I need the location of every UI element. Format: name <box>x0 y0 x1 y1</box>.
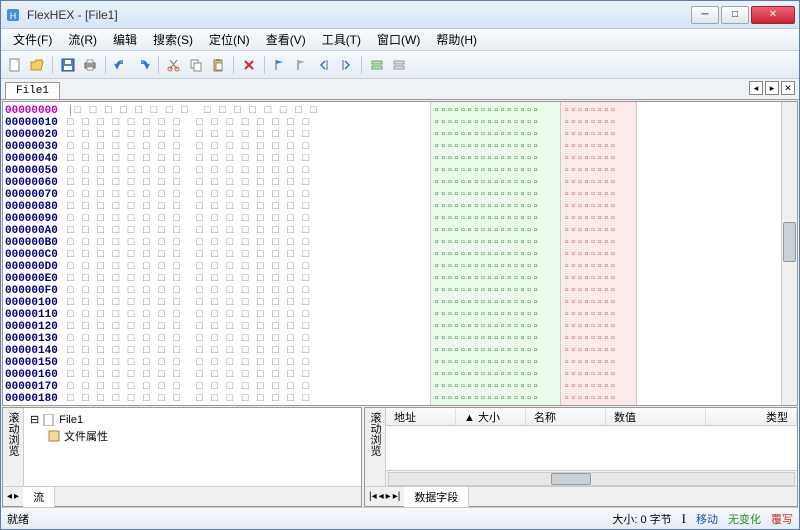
file-tree[interactable]: ⊟ File1 文件属性 <box>24 408 361 486</box>
panel2-nav-first[interactable]: |◂ <box>369 491 377 502</box>
tree-child[interactable]: 文件属性 <box>30 427 355 445</box>
fields-gray-button[interactable] <box>389 55 409 75</box>
tab-prev-button[interactable]: ◂ <box>749 81 763 95</box>
hex-bytes-area[interactable]: |□ □ □ □ □ □ □ □ □ □ □ □ □ □ □ □ □ □ □ □… <box>63 102 430 405</box>
menu-window[interactable]: 窗口(W) <box>369 29 428 50</box>
panel-nav-next[interactable]: ▸ <box>14 491 19 502</box>
menu-stream[interactable]: 流(R) <box>60 29 105 50</box>
next-flag-button[interactable] <box>336 55 356 75</box>
ascii-column-2[interactable]: ▫▫▫▫▫▫▫▫▫▫▫▫▫▫▫▫▫▫▫▫▫▫▫▫▫▫▫▫▫▫▫▫▫▫▫▫▫▫▫▫… <box>560 102 636 405</box>
vertical-scrollbar[interactable] <box>781 102 797 405</box>
menu-goto[interactable]: 定位(N) <box>201 29 258 50</box>
data-fields-panel: 滚动浏览 地址 ▲ 大小 名称 数值 类型 <box>364 407 798 507</box>
statusbar: 就绪 大小: 0 字节 I 移动 无变化 覆写 <box>1 507 799 529</box>
copy-button[interactable] <box>186 55 206 75</box>
panel-nav-prev[interactable]: ◂ <box>7 491 12 502</box>
offset-column: 0000000000000010000000200000003000000040… <box>3 102 63 405</box>
menu-view[interactable]: 查看(V) <box>258 29 314 50</box>
col-name[interactable]: 名称 <box>526 409 606 425</box>
cut-button[interactable] <box>164 55 184 75</box>
paste-button[interactable] <box>208 55 228 75</box>
maximize-button[interactable]: □ <box>721 6 749 24</box>
tree-child-label: 文件属性 <box>64 428 108 444</box>
panel2-nav-next[interactable]: ▸ <box>386 491 391 502</box>
minimize-button[interactable]: ─ <box>691 6 719 24</box>
tree-root[interactable]: ⊟ File1 <box>30 412 355 427</box>
panel2-nav-prev[interactable]: ◂ <box>379 491 384 502</box>
flag-gray-button[interactable] <box>292 55 312 75</box>
save-button[interactable] <box>58 55 78 75</box>
tab-next-button[interactable]: ▸ <box>765 81 779 95</box>
menu-search[interactable]: 搜索(S) <box>145 29 201 50</box>
close-button[interactable]: ✕ <box>751 6 795 24</box>
col-address[interactable]: 地址 <box>386 409 456 425</box>
window-title: FlexHEX - [File1] <box>27 8 691 22</box>
col-value[interactable]: 数值 <box>606 409 706 425</box>
bottom-panels: 滚动浏览 ⊟ File1 文件属性 ◂ ▸ <box>2 407 798 507</box>
status-nochange: 无变化 <box>728 511 761 527</box>
toolbar <box>1 51 799 79</box>
document-tabs: File1 ◂ ▸ ✕ <box>1 79 799 100</box>
status-overwrite[interactable]: 覆写 <box>771 511 793 527</box>
status-size: 大小: 0 字节 <box>612 511 671 527</box>
hex-blank-area <box>636 102 781 405</box>
streams-panel: 滚动浏览 ⊟ File1 文件属性 ◂ ▸ <box>2 407 362 507</box>
data-panel-label: 滚动浏览 <box>365 408 386 486</box>
svg-text:H: H <box>10 11 17 21</box>
tab-close-button[interactable]: ✕ <box>781 81 795 95</box>
col-size[interactable]: ▲ 大小 <box>456 409 526 425</box>
flag-blue-button[interactable] <box>270 55 290 75</box>
status-jump[interactable]: 移动 <box>696 511 718 527</box>
print-button[interactable] <box>80 55 100 75</box>
prev-flag-button[interactable] <box>314 55 334 75</box>
titlebar[interactable]: H FlexHEX - [File1] ─ □ ✕ <box>1 1 799 29</box>
columns-header: 地址 ▲ 大小 名称 数值 类型 <box>386 408 797 426</box>
streams-panel-label: 滚动浏览 <box>3 408 24 486</box>
main-window: H FlexHEX - [File1] ─ □ ✕ 文件(F) 流(R) 编辑 … <box>0 0 800 530</box>
properties-icon <box>48 430 60 442</box>
window-controls: ─ □ ✕ <box>691 6 795 24</box>
ascii-column-1[interactable]: ▫▫▫▫▫▫▫▫▫▫▫▫▫▫▫▫▫▫▫▫▫▫▫▫▫▫▫▫▫▫▫▫▫▫▫▫▫▫▫▫… <box>430 102 560 405</box>
undo-button[interactable] <box>111 55 131 75</box>
streams-tab[interactable]: 流 <box>23 487 55 507</box>
panel-hscroll[interactable] <box>386 470 797 486</box>
menu-edit[interactable]: 编辑 <box>105 29 145 50</box>
app-icon: H <box>5 7 21 23</box>
data-fields-list[interactable] <box>386 426 797 470</box>
menu-tools[interactable]: 工具(T) <box>314 29 369 50</box>
new-button[interactable] <box>5 55 25 75</box>
tree-root-label: File1 <box>59 414 83 426</box>
data-fields-tab[interactable]: 数据字段 <box>404 487 469 507</box>
menu-file[interactable]: 文件(F) <box>5 29 60 50</box>
hscroll-thumb[interactable] <box>551 473 591 485</box>
menubar: 文件(F) 流(R) 编辑 搜索(S) 定位(N) 查看(V) 工具(T) 窗口… <box>1 29 799 51</box>
status-ready: 就绪 <box>7 511 612 527</box>
redo-button[interactable] <box>133 55 153 75</box>
fields-button[interactable] <box>367 55 387 75</box>
file-icon <box>43 414 55 426</box>
cursor-mode-icon[interactable]: I <box>682 511 686 527</box>
collapse-icon[interactable]: ⊟ <box>30 413 39 426</box>
delete-button[interactable] <box>239 55 259 75</box>
col-type[interactable]: 类型 <box>706 409 797 425</box>
menu-help[interactable]: 帮助(H) <box>428 29 485 50</box>
tab-file1[interactable]: File1 <box>5 82 60 99</box>
scroll-thumb[interactable] <box>783 222 796 262</box>
panel2-nav-last[interactable]: ▸| <box>393 491 401 502</box>
open-button[interactable] <box>27 55 47 75</box>
hex-editor[interactable]: 0000000000000010000000200000003000000040… <box>2 101 798 406</box>
